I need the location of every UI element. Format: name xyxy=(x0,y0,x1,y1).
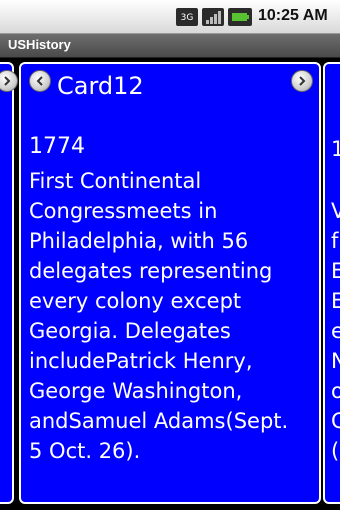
next-card-text: 1 xyxy=(331,137,340,161)
chevron-right-icon[interactable] xyxy=(0,70,18,92)
app-title-bar: USHistory xyxy=(0,34,340,58)
previous-card[interactable] xyxy=(0,62,18,504)
next-card-button[interactable] xyxy=(291,70,313,92)
card-body: First Continental Congressmeets in Phila… xyxy=(29,169,289,463)
app-title: USHistory xyxy=(8,37,71,52)
signal-icon xyxy=(202,8,224,26)
current-card: Card12 1774 First Continental Congressme… xyxy=(19,62,321,504)
card-carousel[interactable]: Card12 1774 First Continental Congressme… xyxy=(0,58,340,510)
next-card-text: V xyxy=(331,199,340,223)
3g-icon: 3G xyxy=(176,8,198,26)
card-title: Card12 xyxy=(57,72,144,100)
chevron-right-icon xyxy=(299,76,306,86)
battery-icon xyxy=(228,8,252,26)
next-card-text: E xyxy=(331,289,340,313)
next-card-text: ( xyxy=(331,439,340,463)
status-bar: 3G 10:25 AM xyxy=(0,0,340,34)
next-card-text: o xyxy=(331,379,340,403)
clock: 10:25 AM xyxy=(258,7,328,24)
svg-text:3G: 3G xyxy=(181,13,194,23)
next-card-text: C xyxy=(331,409,340,433)
next-card-text: N xyxy=(331,349,340,373)
prev-card-button[interactable] xyxy=(29,70,51,92)
card-year: 1774 xyxy=(29,134,85,159)
next-card-text: e xyxy=(331,319,340,343)
next-card-text: f xyxy=(331,229,339,253)
next-card-text: E xyxy=(331,259,340,283)
chevron-left-icon xyxy=(36,76,43,86)
next-card[interactable]: 1 V f E E e N o C ( xyxy=(323,62,340,504)
